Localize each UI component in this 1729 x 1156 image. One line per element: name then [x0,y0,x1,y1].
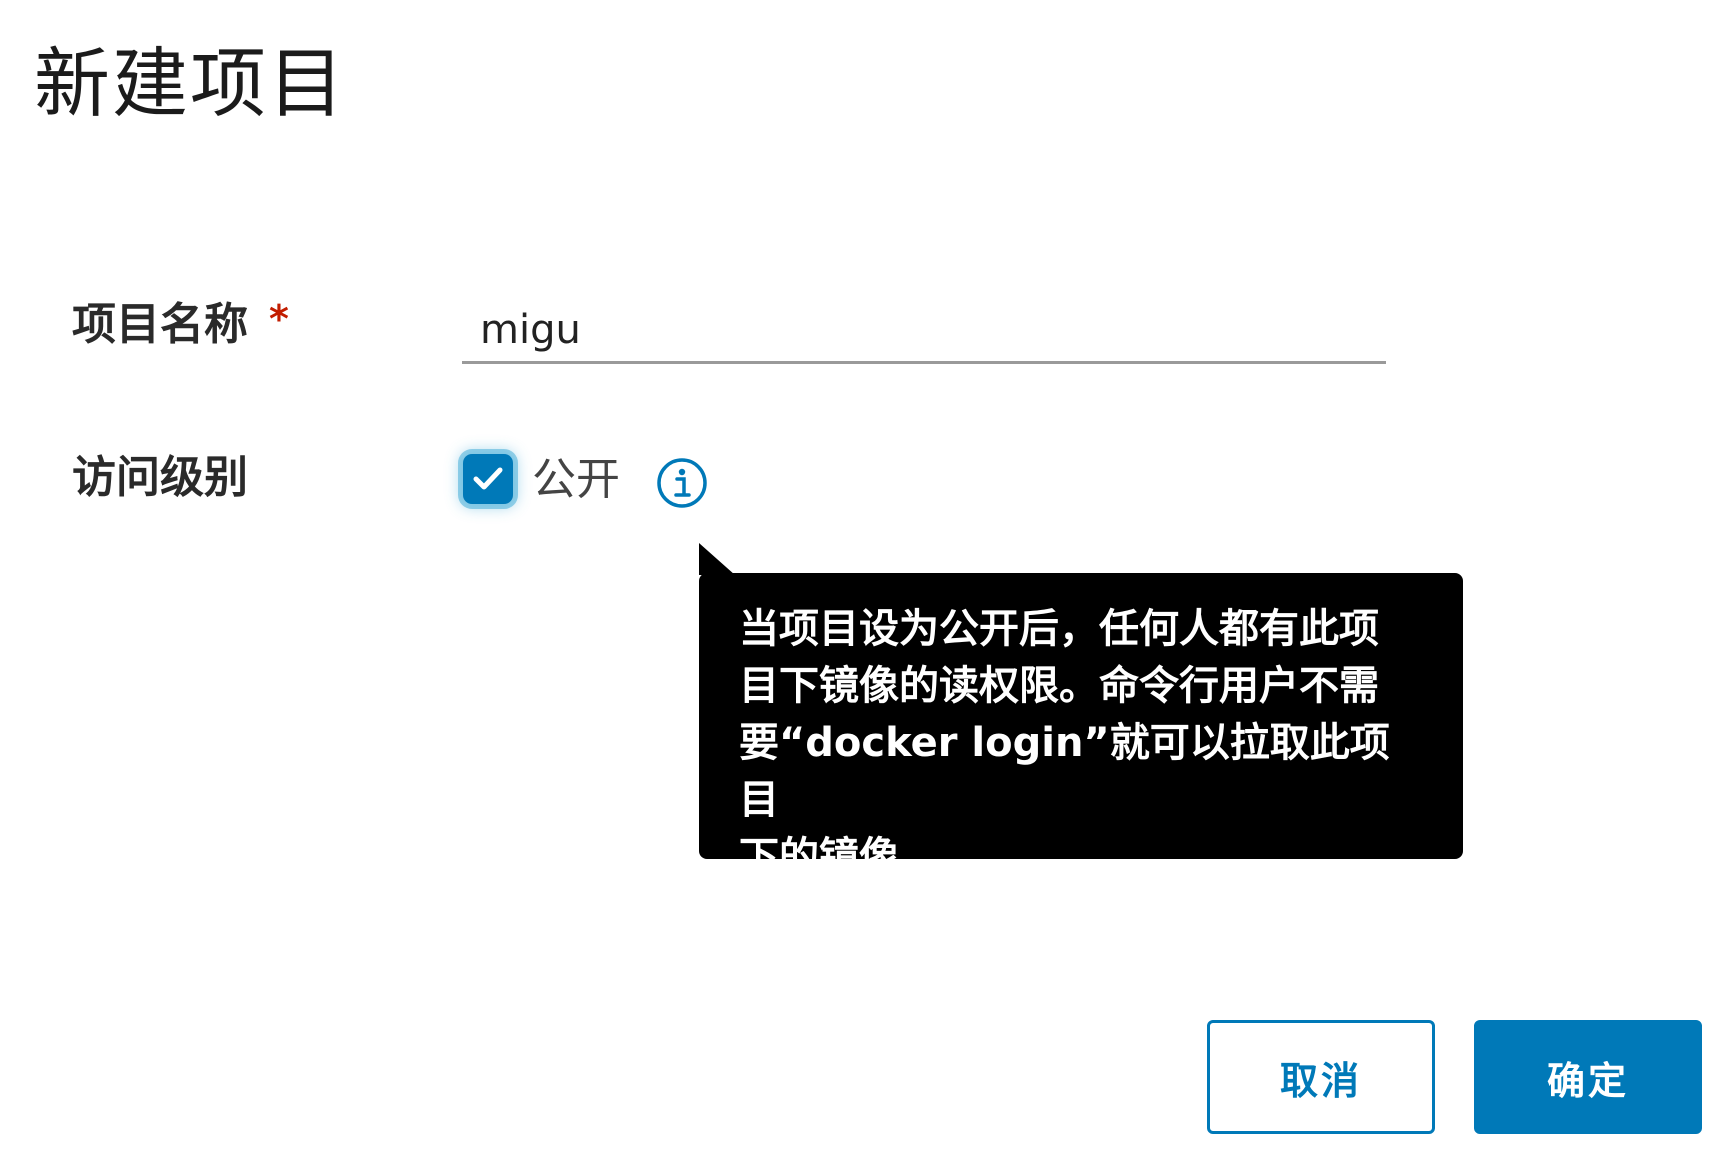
new-project-dialog: 新建项目 项目名称 * 访问级别 公开 当项目设为公开后，任何人都有此项 目下镜… [0,0,1729,1156]
required-asterisk: * [269,297,289,341]
tooltip-line: 要“docker login”就可以拉取此项目 [739,720,1390,823]
confirm-button[interactable]: 确定 [1474,1020,1702,1134]
access-level-label: 访问级别 [72,452,248,503]
public-checkbox[interactable] [463,454,513,504]
project-name-label: 项目名称 [72,299,248,350]
tooltip-line: 下的镜像。 [739,834,939,880]
project-name-input[interactable] [462,298,1386,364]
dialog-title: 新建项目 [34,39,346,128]
info-icon[interactable] [656,457,708,509]
tooltip-line: 当项目设为公开后，任何人都有此项 [739,606,1379,652]
checkmark-icon [473,467,503,490]
public-option-label[interactable]: 公开 [532,458,620,502]
public-info-tooltip: 当项目设为公开后，任何人都有此项 目下镜像的读权限。命令行用户不需 要“dock… [699,573,1463,880]
tooltip-line: 目下镜像的读权限。命令行用户不需 [739,663,1379,709]
tooltip-arrow [699,543,735,575]
cancel-button[interactable]: 取消 [1207,1020,1435,1134]
